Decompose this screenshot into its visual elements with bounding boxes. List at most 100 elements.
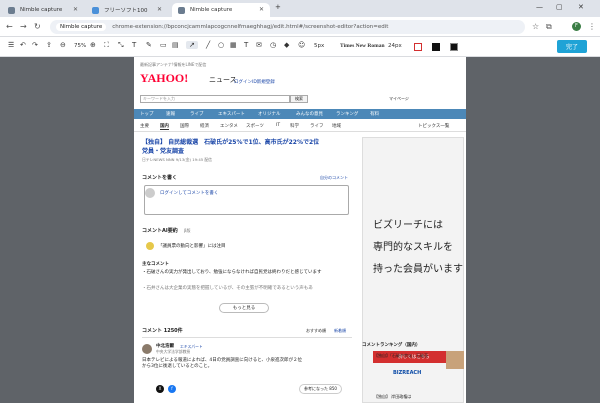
ellipse-icon[interactable]: ○ xyxy=(218,41,224,49)
text-color-swatch[interactable] xyxy=(450,43,458,51)
ranking-item[interactable]: 【独自】「石破や宗派」石破茂 xyxy=(374,353,428,359)
login-comment-link[interactable]: ログインしてコメントを書く xyxy=(160,190,218,196)
menu-item[interactable]: トップ xyxy=(140,111,154,117)
back-icon[interactable]: ← xyxy=(6,22,13,31)
font-size-select[interactable]: 24px xyxy=(388,43,402,49)
menu-item[interactable]: オリジナル xyxy=(258,111,281,117)
tab-title: フリーソフト100 xyxy=(104,8,148,14)
rect-icon[interactable]: ▭ xyxy=(160,41,167,49)
ad-brand: BIZREACH xyxy=(393,370,422,376)
close-icon[interactable]: ✕ xyxy=(157,6,162,13)
headline[interactable]: 【独自】 自民総裁選 石破氏が25%で1位、高市氏が22%で2位 xyxy=(142,137,319,146)
beta-badge: β版 xyxy=(184,228,191,233)
divider xyxy=(134,131,466,132)
new-tab-icon[interactable]: + xyxy=(275,3,281,11)
tab-nimble-1[interactable]: Nimble capture ✕ xyxy=(2,3,84,17)
undo-icon[interactable]: ↶ xyxy=(20,41,26,49)
font-family-select[interactable]: Times New Roman xyxy=(340,43,385,49)
category-item[interactable]: 地域 xyxy=(332,123,341,129)
tab-title: Nimble capture xyxy=(20,7,63,13)
tab-title: Nimble capture xyxy=(190,7,233,13)
nimble-icon xyxy=(178,6,185,14)
show-more-button[interactable]: もっと見る xyxy=(219,303,269,313)
tab-nimble-active[interactable]: Nimble capture ✕ xyxy=(172,3,270,17)
close-icon[interactable]: ✕ xyxy=(73,6,78,13)
redo-icon[interactable]: ↷ xyxy=(32,41,38,49)
menu-item[interactable]: 有料 xyxy=(370,111,379,117)
screenshot-page[interactable]: 最新記事アンテナ!情報をLINEで配信 YAHOO! ニュース ログイン ID新… xyxy=(134,57,466,403)
topics-link[interactable]: トピックス一覧 xyxy=(418,123,449,129)
menu-item[interactable]: みんなの意見 xyxy=(296,111,323,117)
category-item[interactable]: 経済 xyxy=(200,123,209,129)
category-item[interactable]: エンタメ xyxy=(220,123,238,129)
comment-icon[interactable]: ✉ xyxy=(256,41,262,49)
sticker-icon[interactable]: ☺ xyxy=(298,41,305,49)
resize-icon[interactable]: ⤡ xyxy=(118,41,124,50)
site-icon xyxy=(92,6,99,14)
category-item[interactable]: IT xyxy=(276,123,280,128)
main-comments-title: 主なコメント xyxy=(142,262,169,267)
nimble-icon xyxy=(8,6,15,14)
like-button[interactable]: 参考になった 850 xyxy=(299,384,342,394)
ranking-item[interactable]: 【独自】 岸田政権は xyxy=(374,394,411,400)
category-item[interactable]: 国際 xyxy=(180,123,189,129)
fill-color-swatch[interactable] xyxy=(432,43,440,51)
menu-item[interactable]: ライブ xyxy=(190,111,204,117)
category-item[interactable]: スポーツ xyxy=(246,123,264,129)
menu-item[interactable]: ランキング xyxy=(336,111,358,117)
drop-icon[interactable]: ◆ xyxy=(284,41,289,49)
x-share-icon[interactable]: X xyxy=(156,385,164,393)
summary-bullet: ・石井さんは大企業の実態を把握しているが、その主張が不明確であるという声もあ xyxy=(142,286,313,291)
category-item[interactable]: ライフ xyxy=(310,123,324,129)
minimize-icon[interactable]: — xyxy=(536,3,543,11)
search-button[interactable]: 検索 xyxy=(290,95,308,103)
star-icon[interactable]: ☆ xyxy=(532,22,539,31)
crop-icon[interactable]: ⛶ xyxy=(104,41,109,50)
done-button[interactable]: 完了 xyxy=(557,40,587,53)
ai-icon xyxy=(146,242,154,250)
profile-avatar[interactable]: F xyxy=(572,22,581,31)
extensions-icon[interactable]: ⧉ xyxy=(546,22,552,32)
menu-icon[interactable]: ☰ xyxy=(8,41,14,49)
search-input[interactable]: キーワードを入力 xyxy=(140,95,290,103)
arrow-tool-icon[interactable]: ↗ xyxy=(186,41,198,49)
zoom-in-icon[interactable]: ⊕ xyxy=(90,41,96,49)
my-comment-link[interactable]: 自分のコメント xyxy=(320,175,348,181)
stroke-size[interactable]: 5px xyxy=(314,43,324,49)
menu-icon[interactable]: ⋮ xyxy=(588,22,596,31)
highlight-icon[interactable]: ▤ xyxy=(172,41,179,49)
ai-point: 「議員票の動向と影響」には注目 xyxy=(158,244,226,249)
my-page-link[interactable]: マイページ xyxy=(389,96,409,102)
reload-icon[interactable]: ↻ xyxy=(34,22,41,31)
url-field[interactable]: Nimble capture chrome-extension://bpconc… xyxy=(50,20,525,34)
forward-icon[interactable]: → xyxy=(20,22,27,31)
upload-icon[interactable]: ⇪ xyxy=(46,41,52,49)
facebook-share-icon[interactable]: f xyxy=(168,385,176,393)
extension-chip: Nimble capture xyxy=(56,23,107,31)
category-item[interactable]: 主要 xyxy=(140,123,149,129)
close-window-icon[interactable]: ✕ xyxy=(578,3,584,11)
category-item-active[interactable]: 国内 xyxy=(160,123,169,130)
pen-icon[interactable]: ✎ xyxy=(146,41,152,49)
tab-freesoft[interactable]: フリーソフト100 ✕ xyxy=(86,3,168,17)
clock-icon[interactable]: ◷ xyxy=(270,41,276,49)
menu-item[interactable]: エキスパート xyxy=(218,111,245,117)
signup-link[interactable]: ID新規登録 xyxy=(252,79,275,85)
zoom-out-icon[interactable]: ⊖ xyxy=(60,41,66,49)
headline-line2[interactable]: 党員・党友調査 xyxy=(142,146,184,155)
login-link[interactable]: ログイン xyxy=(234,79,252,85)
blur-icon[interactable]: ▦ xyxy=(230,41,237,49)
menu-item[interactable]: 速報 xyxy=(166,111,175,117)
text-icon[interactable]: T xyxy=(244,41,248,49)
maximize-icon[interactable]: ▢ xyxy=(556,3,563,11)
category-item[interactable]: 科学 xyxy=(290,123,299,129)
zoom-level[interactable]: 75% xyxy=(74,43,86,49)
text-tool-icon[interactable]: T xyxy=(132,41,136,49)
comment-title: コメントを書く xyxy=(142,175,178,181)
yahoo-logo[interactable]: YAHOO! xyxy=(140,71,188,86)
line-icon[interactable]: ╱ xyxy=(206,41,210,49)
sort-newest[interactable]: 新着順 xyxy=(334,328,346,334)
sort-recommended[interactable]: おすすめ順 xyxy=(306,328,326,334)
close-icon[interactable]: ✕ xyxy=(259,6,264,13)
stroke-color-swatch[interactable] xyxy=(414,43,422,51)
